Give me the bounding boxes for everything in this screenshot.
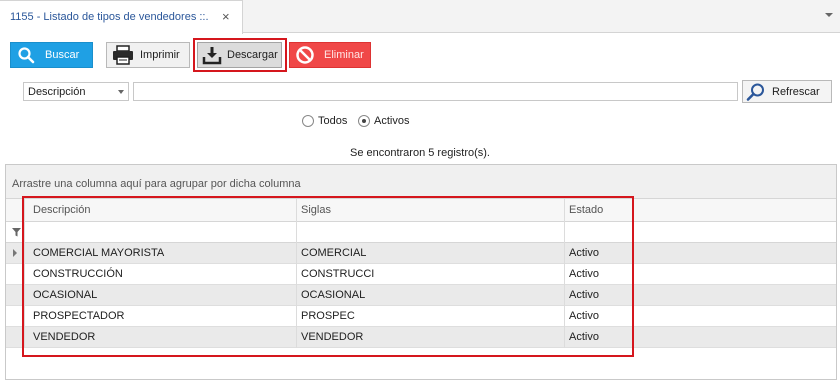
refrescar-label: Refrescar — [772, 85, 820, 98]
radio-activos[interactable]: Activos — [358, 115, 409, 127]
radio-todos-circle[interactable] — [302, 115, 314, 127]
radio-activos-label: Activos — [374, 115, 410, 127]
descargar-label: Descargar — [227, 49, 278, 61]
filter-icon — [12, 228, 21, 240]
imprimir-label: Imprimir — [140, 49, 180, 61]
chevron-down-icon — [118, 90, 124, 94]
search-icon — [743, 81, 769, 102]
buscar-label: Buscar — [45, 49, 80, 61]
prohibited-icon — [292, 43, 318, 67]
buscar-button[interactable]: Buscar — [10, 42, 93, 68]
radio-todos[interactable]: Todos — [302, 115, 347, 127]
group-by-panel[interactable]: Arrastre una columna aquí para agrupar p… — [6, 165, 836, 199]
search-field-selected: Descripción — [28, 86, 86, 98]
radio-todos-label: Todos — [318, 115, 348, 127]
tab-title: 1155 - Listado de tipos de vendedores ::… — [10, 11, 209, 23]
refrescar-button[interactable]: Refrescar — [742, 80, 832, 103]
imprimir-button[interactable]: Imprimir — [106, 42, 190, 68]
search-field-combo[interactable]: Descripción — [23, 82, 129, 101]
download-icon — [199, 43, 225, 67]
tab-list-dropdown-icon[interactable] — [824, 10, 834, 20]
document-tab-strip: 1155 - Listado de tipos de vendedores ::… — [0, 0, 840, 34]
current-row-indicator-icon — [13, 249, 17, 257]
printer-icon — [109, 43, 137, 67]
result-count: Se encontraron 5 registro(s). — [349, 147, 490, 159]
grid-highlight-box — [22, 196, 634, 357]
radio-activos-circle[interactable] — [358, 115, 370, 127]
tab-close-icon[interactable]: × — [222, 9, 230, 24]
eliminar-label: Eliminar — [324, 49, 364, 61]
eliminar-button[interactable]: Eliminar — [289, 42, 371, 68]
search-icon — [11, 43, 41, 67]
document-tab[interactable]: 1155 - Listado de tipos de vendedores ::… — [0, 0, 243, 34]
descargar-button[interactable]: Descargar — [197, 42, 282, 68]
search-input[interactable] — [133, 82, 738, 101]
group-by-hint: Arrastre una columna aquí para agrupar p… — [12, 178, 301, 190]
